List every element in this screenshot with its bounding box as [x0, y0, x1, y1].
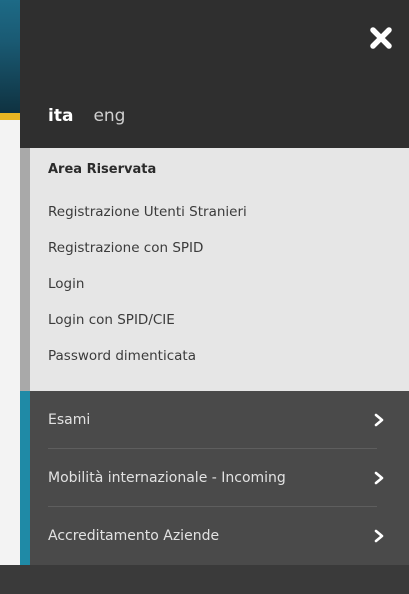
menu-item-label: Esami [48, 412, 91, 428]
link-login[interactable]: Login [48, 276, 84, 292]
close-button[interactable] [365, 22, 397, 54]
area-stripe [20, 148, 30, 391]
menu-stripe [20, 391, 30, 565]
chevron-right-icon [374, 471, 384, 485]
language-switcher: ita eng [48, 103, 125, 129]
link-registrazione-stranieri[interactable]: Registrazione Utenti Stranieri [48, 204, 247, 220]
drawer-footer [20, 565, 409, 594]
link-password-dimenticata[interactable]: Password dimenticata [48, 348, 196, 364]
close-icon [370, 27, 392, 49]
chevron-right-icon [374, 413, 384, 427]
chevron-right-icon [374, 529, 384, 543]
area-title: Area Riservata [48, 162, 157, 177]
side-drawer: ita eng Area Riservata Registrazione Ute… [20, 0, 409, 594]
language-eng[interactable]: eng [93, 106, 125, 126]
menu-item-mobilita[interactable]: Mobilità internazionale - Incoming [30, 449, 409, 507]
language-ita[interactable]: ita [48, 106, 73, 126]
menu-item-label: Mobilità internazionale - Incoming [48, 470, 286, 486]
menu-item-accreditamento[interactable]: Accreditamento Aziende [30, 507, 409, 565]
area-riservata-panel: Area Riservata Registrazione Utenti Stra… [20, 148, 409, 391]
menu-item-label: Accreditamento Aziende [48, 528, 220, 544]
main-menu: Esami Mobilità internazionale - Incoming… [20, 391, 409, 565]
menu-item-esami[interactable]: Esami [30, 391, 409, 449]
link-login-spid-cie[interactable]: Login con SPID/CIE [48, 312, 175, 328]
link-registrazione-spid[interactable]: Registrazione con SPID [48, 240, 203, 256]
